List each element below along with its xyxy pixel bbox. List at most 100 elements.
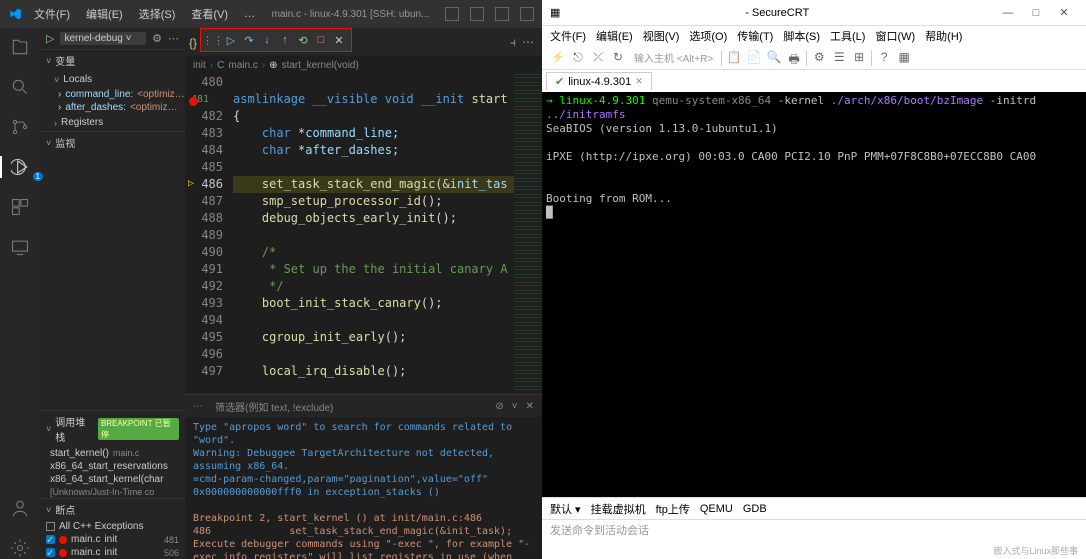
section-variables[interactable]: ˅变量: [40, 50, 185, 71]
scm-icon[interactable]: [9, 116, 31, 138]
account-icon[interactable]: [9, 497, 31, 519]
menu-file[interactable]: 文件(F): [550, 28, 586, 44]
cmd-icon[interactable]: ▦: [896, 50, 912, 66]
debug-config-select[interactable]: kernel-debug ˅: [60, 32, 146, 45]
copy-icon[interactable]: 📋: [726, 50, 742, 66]
min-icon[interactable]: [495, 7, 509, 21]
command-input[interactable]: 发送命令到活动会话: [542, 519, 1086, 541]
menu-help[interactable]: 帮助(H): [925, 28, 962, 44]
close-icon[interactable]: ✕: [526, 401, 534, 412]
menu-edit[interactable]: 编辑(E): [82, 4, 127, 24]
console-output[interactable]: Type "apropos word" to search for comman…: [185, 417, 542, 559]
status-gdb[interactable]: GDB: [743, 503, 767, 515]
step-into-icon[interactable]: ↓: [259, 32, 275, 48]
debug-icon[interactable]: [0, 156, 40, 178]
debug-config-row: ▷ kernel-debug ˅ ⚙ ⋯: [40, 28, 185, 49]
minimap[interactable]: [514, 74, 542, 394]
quick-icon[interactable]: ⎋: [570, 50, 586, 66]
connect-icon[interactable]: ⚡: [550, 50, 566, 66]
status-qemu[interactable]: QEMU: [700, 503, 733, 515]
close-tab-icon[interactable]: ✕: [635, 76, 643, 87]
close-icon[interactable]: ✕: [331, 32, 347, 48]
menu-view[interactable]: 查看(V): [187, 4, 232, 24]
code-editor[interactable]: 4804814824834844854864874884894904914924…: [185, 74, 542, 394]
debug-sidebar: ▷ kernel-debug ˅ ⚙ ⋯ ˅变量 ˅Locals ›comman…: [40, 28, 185, 559]
debug-toolbar[interactable]: ⋮⋮ ▷ ↷ ↓ ↑ ⟲ □ ✕: [200, 28, 352, 52]
gear-icon[interactable]: ⚙: [152, 32, 162, 45]
tile-icon[interactable]: ⊞: [851, 50, 867, 66]
clear-icon[interactable]: ⊘: [495, 401, 503, 412]
var-item[interactable]: ›after_dashes:<optimiz…: [40, 101, 185, 114]
menu-file[interactable]: 文件(F): [30, 4, 74, 24]
step-out-icon[interactable]: ↑: [277, 32, 293, 48]
stack-frame[interactable]: x86_64_start_kernel(char: [40, 473, 185, 486]
print-icon[interactable]: 🖶: [786, 50, 802, 66]
stack-frame[interactable]: x86_64_start_reservations: [40, 460, 185, 473]
status-ftp[interactable]: ftp上传: [656, 501, 690, 517]
editor-area: {} ⓘ ⋮⋮ ▷ ↷ ↓ ↑ ⟲ □ ✕ ⫞ ⋯ init› C main.c…: [185, 28, 542, 559]
var-item[interactable]: ›command_line:<optimiz…: [40, 88, 185, 101]
more-icon[interactable]: ⋯: [168, 32, 179, 45]
close-icon[interactable]: ✕: [1050, 6, 1078, 19]
paste-icon[interactable]: 📄: [746, 50, 762, 66]
securecrt-window: ▦ - SecureCRT — □ ✕ 文件(F) 编辑(E) 视图(V) 选项…: [542, 0, 1086, 559]
max-icon[interactable]: □: [1022, 7, 1050, 19]
terminal[interactable]: → linux-4.9.301 qemu-system-x86_64 -kern…: [542, 92, 1086, 497]
host-input[interactable]: 输入主机 <Alt+R>: [630, 50, 717, 65]
more-editor-icon[interactable]: ⋯: [522, 35, 534, 50]
vscode-logo-icon: [8, 7, 22, 21]
check-icon: ✔: [555, 75, 564, 88]
activity-bar: [0, 28, 40, 559]
session-tab[interactable]: ✔ linux-4.9.301 ✕: [546, 72, 652, 90]
menu-edit[interactable]: 编辑(E): [596, 28, 633, 44]
stack-frame[interactable]: start_kernel() main.c: [40, 447, 185, 460]
vscode-titlebar: 文件(F) 编辑(E) 选择(S) 查看(V) … main.c - linux…: [0, 0, 542, 28]
split-icon[interactable]: [445, 7, 459, 21]
sessions-icon[interactable]: ☰: [831, 50, 847, 66]
search-icon[interactable]: [9, 76, 31, 98]
reconnect-icon[interactable]: ↻: [610, 50, 626, 66]
extensions-icon[interactable]: [9, 196, 31, 218]
footer-text: 嵌入式与Linux那些事: [542, 541, 1086, 559]
layout-icon[interactable]: [470, 7, 484, 21]
start-debug-icon[interactable]: ▷: [46, 32, 54, 45]
status-buttons: 默认 ▾ 挂载虚拟机 ftp上传 QEMU GDB: [542, 497, 1086, 519]
status-default[interactable]: 默认 ▾: [550, 501, 581, 517]
disconnect-icon[interactable]: ⤫: [590, 50, 606, 66]
help-icon[interactable]: ?: [876, 50, 892, 66]
section-callstack[interactable]: ˅调用堆栈 BREAKPOINT 已暂停: [40, 411, 185, 447]
filter-input[interactable]: 筛选器(例如 text, !exclude): [211, 398, 487, 415]
remote-icon[interactable]: [9, 236, 31, 258]
drag-icon[interactable]: ⋮⋮: [205, 32, 221, 48]
chevron-down-icon[interactable]: ˅: [512, 401, 518, 412]
menu-script[interactable]: 脚本(S): [783, 28, 820, 44]
min-icon[interactable]: —: [994, 7, 1022, 19]
menu-select[interactable]: 选择(S): [135, 4, 180, 24]
props-icon[interactable]: ⚙: [811, 50, 827, 66]
stop-icon[interactable]: □: [313, 32, 329, 48]
max-icon[interactable]: [520, 7, 534, 21]
menu-options[interactable]: 选项(O): [689, 28, 727, 44]
menu-transfer[interactable]: 传输(T): [737, 28, 773, 44]
menu-window[interactable]: 窗口(W): [875, 28, 915, 44]
step-over-icon[interactable]: ↷: [241, 32, 257, 48]
stack-frame[interactable]: [Unknown/Just-In-Time co: [40, 486, 185, 498]
bp-item[interactable]: ✓main.c init481: [40, 533, 185, 546]
menu-more[interactable]: …: [240, 6, 259, 22]
menu-tools[interactable]: 工具(L): [830, 28, 865, 44]
dots-icon[interactable]: ⋯: [193, 401, 203, 412]
find-icon[interactable]: 🔍: [766, 50, 782, 66]
split-editor-icon[interactable]: ⫞: [510, 35, 516, 50]
explorer-icon[interactable]: [9, 36, 31, 58]
menu-view[interactable]: 视图(V): [643, 28, 680, 44]
section-watch[interactable]: ˅监视: [40, 132, 185, 153]
bp-allcpp[interactable]: All C++ Exceptions: [40, 520, 185, 533]
bp-item[interactable]: ✓main.c init506: [40, 546, 185, 559]
restart-icon[interactable]: ⟲: [295, 32, 311, 48]
continue-icon[interactable]: ▷: [223, 32, 239, 48]
settings-icon[interactable]: [9, 537, 31, 559]
section-breakpoints[interactable]: ˅断点: [40, 499, 185, 520]
scrt-menubar: 文件(F) 编辑(E) 视图(V) 选项(O) 传输(T) 脚本(S) 工具(L…: [542, 26, 1086, 46]
status-vm[interactable]: 挂载虚拟机: [591, 501, 646, 517]
breadcrumb[interactable]: init› C main.c› ⊕ start_kernel(void): [185, 56, 542, 74]
